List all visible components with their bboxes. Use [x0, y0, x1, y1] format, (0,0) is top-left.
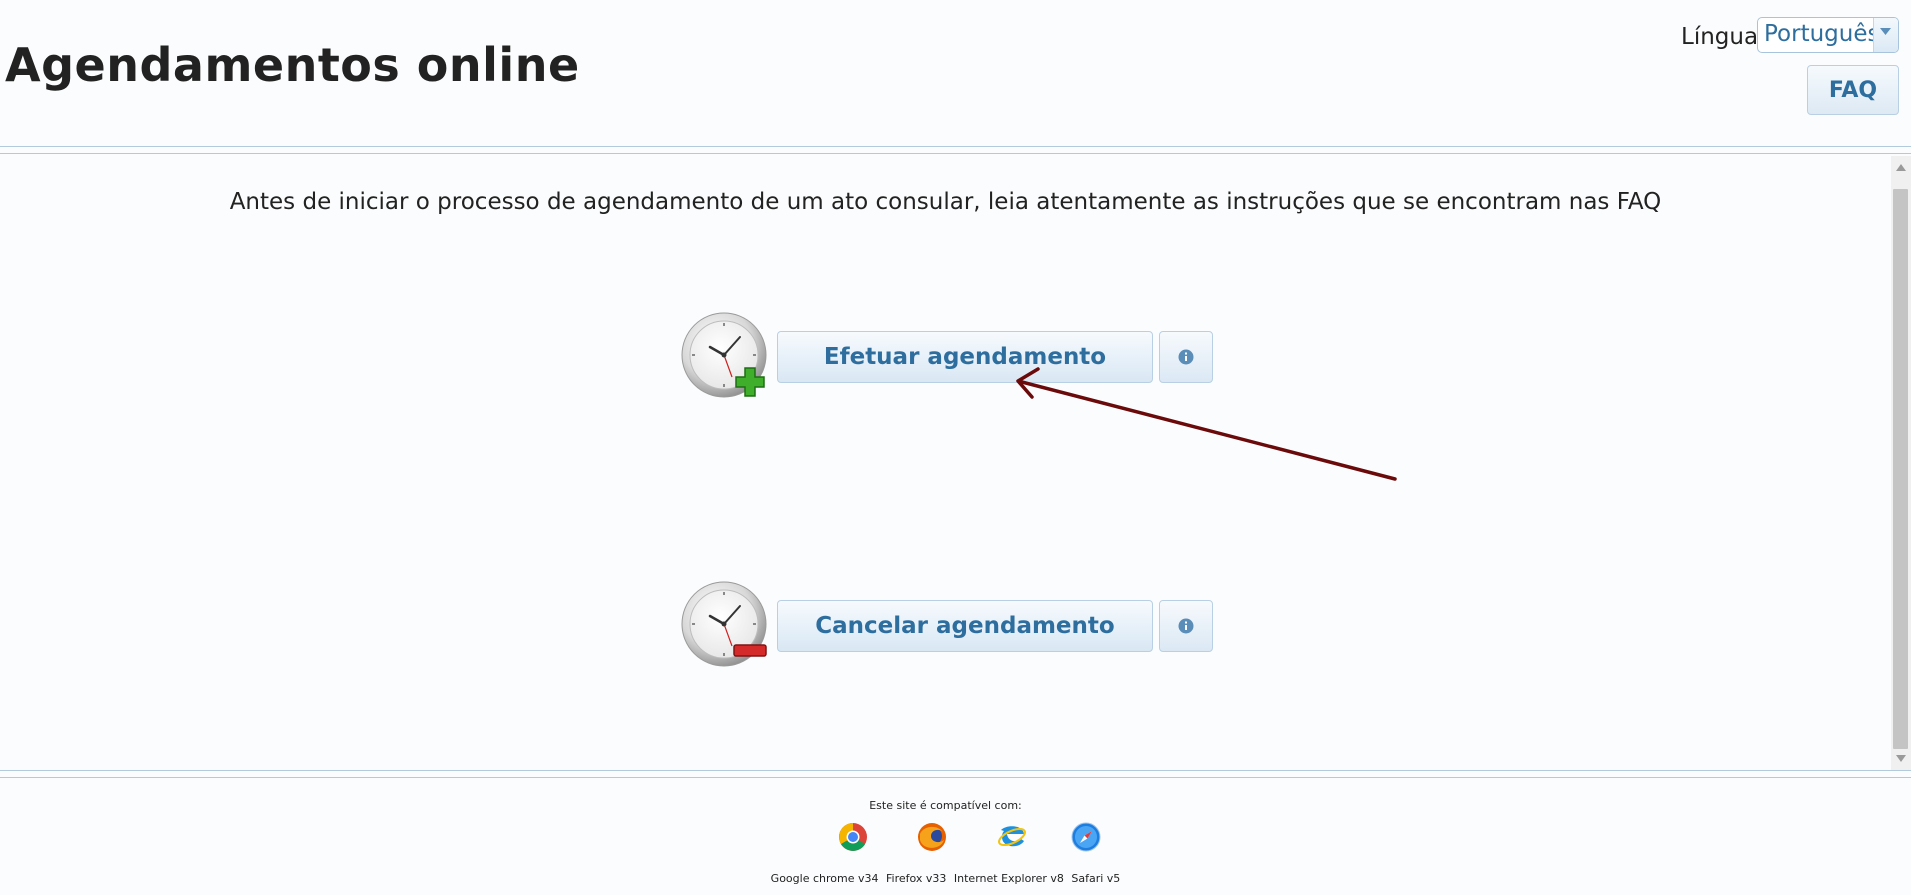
schedule-appointment-button[interactable]: Efetuar agendamento — [777, 331, 1153, 383]
info-icon — [1178, 349, 1194, 365]
page-title: Agendamentos online — [5, 38, 580, 92]
content-scrollbar[interactable] — [1891, 156, 1911, 770]
language-select[interactable]: Português — [1757, 17, 1899, 53]
safari-icon — [1071, 822, 1101, 852]
schedule-info-button[interactable] — [1159, 331, 1213, 383]
header-divider — [0, 153, 1911, 154]
browser-labels: Google chrome v34 Firefox v33 Internet E… — [0, 872, 1891, 885]
faq-button[interactable]: FAQ — [1807, 65, 1899, 115]
compatibility-title: Este site é compatível com: — [869, 799, 1022, 812]
footer-divider — [0, 777, 1911, 778]
language-selected-value: Português — [1764, 21, 1880, 47]
chevron-down-icon — [1880, 28, 1891, 35]
browser-label-firefox: Firefox v33 — [885, 872, 947, 885]
scroll-down-icon[interactable] — [1896, 755, 1906, 762]
info-icon — [1178, 618, 1194, 634]
instructions-text: Antes de iniciar o processo de agendamen… — [229, 189, 1662, 215]
language-dropdown-toggle[interactable] — [1873, 18, 1898, 52]
clock-remove-icon — [681, 581, 767, 667]
footer-divider — [0, 770, 1911, 771]
chrome-icon — [839, 823, 867, 851]
clock-add-icon — [681, 312, 767, 398]
main-content — [0, 156, 1891, 770]
browser-label-safari: Safari v5 — [1071, 872, 1121, 885]
language-label: Língua — [1681, 24, 1759, 50]
browser-label-ie: Internet Explorer v8 — [953, 872, 1064, 885]
browser-label-chrome: Google chrome v34 — [770, 872, 879, 885]
cancel-appointment-button[interactable]: Cancelar agendamento — [777, 600, 1153, 652]
firefox-icon — [918, 823, 946, 851]
scrollbar-thumb[interactable] — [1893, 189, 1908, 749]
internet-explorer-icon — [998, 826, 1026, 847]
cancel-info-button[interactable] — [1159, 600, 1213, 652]
header-divider — [0, 146, 1911, 147]
scroll-up-icon[interactable] — [1896, 164, 1906, 171]
